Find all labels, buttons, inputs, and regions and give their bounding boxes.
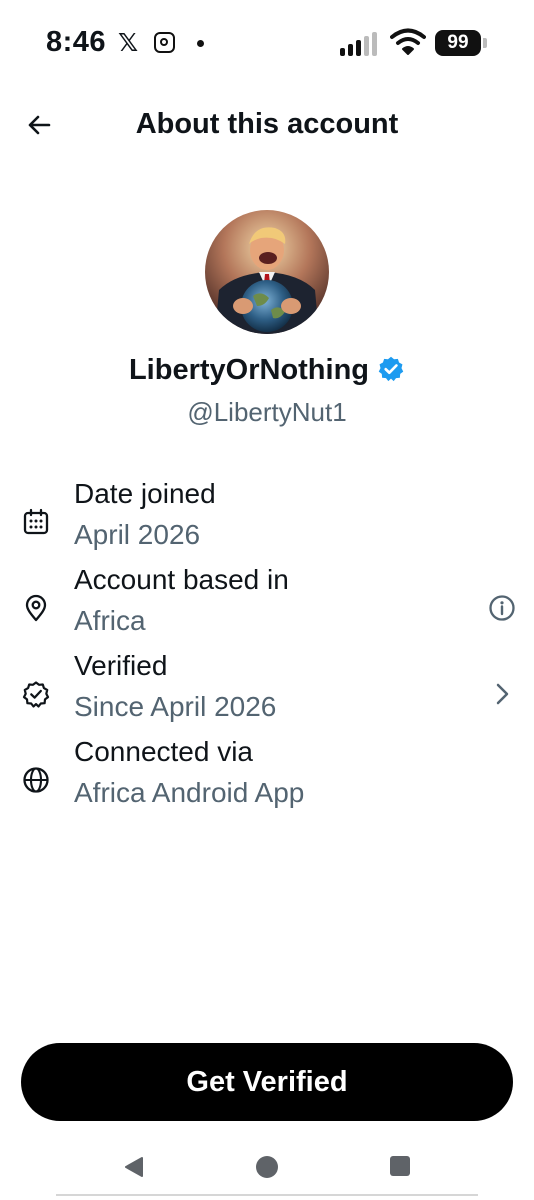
detail-value: Since April 2026 (74, 691, 277, 722)
info-icon[interactable] (488, 594, 516, 622)
display-name: LibertyOrNothing (128, 354, 370, 386)
detail-value: Africa (74, 605, 146, 636)
status-time: 8:46 (46, 26, 107, 58)
status-bar: 8:46 𝕏 99 (0, 0, 534, 90)
verified-badge-icon (378, 356, 404, 382)
calendar-icon (23, 508, 49, 535)
detail-label: Verified (74, 650, 168, 681)
location-pin-icon (25, 594, 47, 622)
detail-row-verified[interactable]: Verified Since April 2026 (0, 650, 534, 736)
detail-row-connected-via: Connected via Africa Android App (0, 736, 534, 822)
battery-level: 99 (447, 32, 469, 53)
header: About this account (0, 98, 534, 158)
chevron-right-icon[interactable] (488, 680, 516, 708)
detail-label: Account based in (74, 564, 289, 595)
home-circle-icon[interactable] (255, 1155, 279, 1179)
detail-row-date-joined: Date joined April 2026 (0, 478, 534, 564)
display-name-row: LibertyOrNothing (0, 354, 534, 387)
instagram-icon (154, 32, 175, 53)
handle: @LibertyNut1 (187, 397, 347, 427)
gesture-bar (56, 1194, 478, 1196)
detail-value: April 2026 (74, 519, 201, 550)
detail-label: Date joined (74, 478, 216, 509)
page-title: About this account (135, 108, 399, 140)
notification-dot-icon (197, 40, 204, 47)
detail-row-account-based-in: Account based in Africa (0, 564, 534, 650)
get-verified-button[interactable]: Get Verified (21, 1043, 513, 1121)
x-logo-icon: 𝕏 (118, 29, 139, 57)
globe-icon (23, 767, 49, 793)
detail-label: Connected via (74, 736, 254, 767)
battery-icon: 99 (435, 30, 487, 56)
recents-square-icon[interactable] (389, 1155, 411, 1177)
verified-outline-icon (22, 681, 50, 708)
system-nav-bar (0, 1140, 534, 1200)
avatar[interactable] (205, 210, 329, 334)
back-triangle-icon[interactable] (122, 1155, 146, 1179)
signal-icon (340, 32, 380, 56)
wifi-icon (390, 28, 426, 55)
avatar-image (205, 210, 329, 334)
detail-value: Africa Android App (74, 777, 305, 808)
